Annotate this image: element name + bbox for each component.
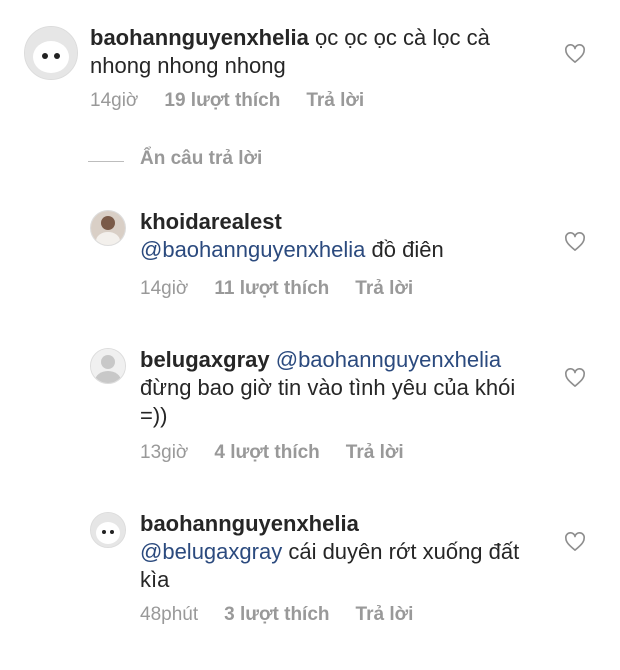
- comment-username[interactable]: khoidarealest: [140, 208, 540, 236]
- comment-meta: 14giờ 19 lượt thích Trả lời: [90, 90, 390, 112]
- comment-time: 14giờ: [90, 90, 139, 111]
- comment-body: baohannguyenxhelia @belugaxgray cái duyê…: [140, 510, 540, 594]
- comment-likes[interactable]: 11 lượt thích: [214, 278, 329, 300]
- reply-button[interactable]: Trả lời: [355, 278, 413, 300]
- reply-item: khoidarealest @baohannguyenxhelia đồ điê…: [0, 200, 620, 310]
- default-avatar-icon[interactable]: [90, 348, 126, 384]
- reply-item: baohannguyenxhelia @belugaxgray cái duyê…: [0, 502, 620, 642]
- comment-meta: 48phút 3 lượt thích Trả lời: [140, 604, 439, 626]
- heart-outline-icon[interactable]: [564, 44, 586, 64]
- comment-body: khoidarealest @baohannguyenxhelia đồ điê…: [140, 208, 540, 264]
- reply-button[interactable]: Trả lời: [346, 442, 404, 464]
- reply-button[interactable]: Trả lời: [356, 604, 414, 626]
- comment-username[interactable]: belugaxgray: [140, 347, 270, 372]
- reply-button[interactable]: Trả lời: [306, 90, 364, 112]
- comment-body: belugaxgray @baohannguyenxhelia đừng bao…: [140, 346, 540, 430]
- comment-username[interactable]: baohannguyenxhelia: [90, 25, 309, 50]
- comment-text: đừng bao giờ tin vào tình yêu của khói =…: [140, 375, 516, 428]
- hide-replies-label[interactable]: Ẩn câu trả lời: [140, 148, 262, 170]
- heart-outline-icon[interactable]: [564, 368, 586, 388]
- comment-mention[interactable]: @belugaxgray: [140, 539, 282, 564]
- comment-mention[interactable]: @baohannguyenxhelia: [276, 347, 501, 372]
- comment-mention[interactable]: @baohannguyenxhelia: [140, 237, 365, 262]
- avatar-image: [91, 513, 125, 547]
- avatar[interactable]: [24, 26, 78, 80]
- comment-time: 14giờ: [140, 278, 189, 299]
- avatar[interactable]: [90, 512, 126, 548]
- comment-text: đồ điên: [371, 237, 444, 262]
- avatar-image: [25, 27, 77, 79]
- comment-body: baohannguyenxhelia ọc ọc ọc cà lọc cà nh…: [90, 24, 530, 80]
- comment-item: baohannguyenxhelia ọc ọc ọc cà lọc cà nh…: [0, 0, 620, 130]
- comment-username[interactable]: baohannguyenxhelia: [140, 510, 540, 538]
- reply-item: belugaxgray @baohannguyenxhelia đừng bao…: [0, 338, 620, 478]
- comment-likes[interactable]: 3 lượt thích: [224, 604, 329, 626]
- comment-meta: 13giờ 4 lượt thích Trả lời: [140, 442, 430, 464]
- comment-likes[interactable]: 19 lượt thích: [164, 90, 280, 112]
- avatar-image: [91, 211, 125, 245]
- divider-line: [88, 161, 124, 162]
- heart-outline-icon[interactable]: [564, 532, 586, 552]
- comment-time: 48phút: [140, 604, 199, 625]
- comment-time: 13giờ: [140, 442, 189, 463]
- comment-meta: 14giờ 11 lượt thích Trả lời: [140, 278, 439, 300]
- comment-likes[interactable]: 4 lượt thích: [214, 442, 319, 464]
- avatar[interactable]: [90, 210, 126, 246]
- heart-outline-icon[interactable]: [564, 232, 586, 252]
